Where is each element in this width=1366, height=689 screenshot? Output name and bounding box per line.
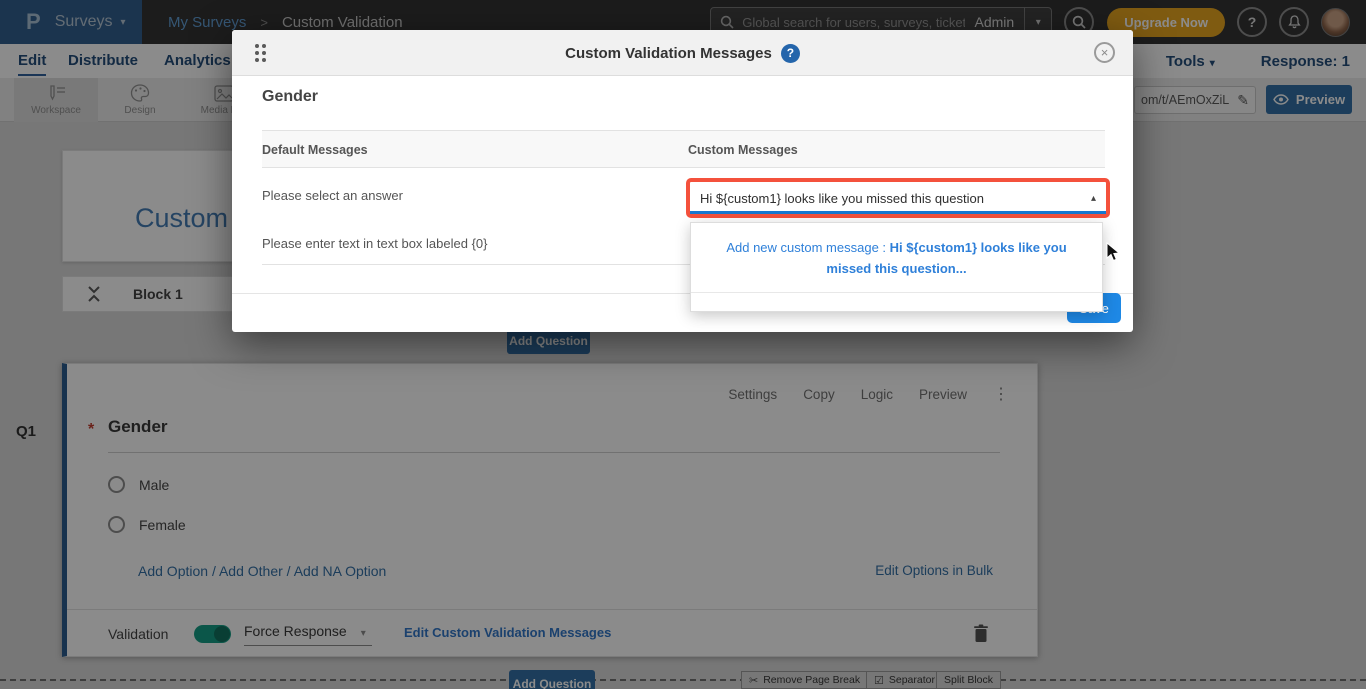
column-custom-messages: Custom Messages <box>688 131 798 169</box>
modal-question-title: Gender <box>262 88 318 106</box>
chevron-up-icon: ▴ <box>1091 193 1096 204</box>
modal-header: Custom Validation Messages ? × <box>232 30 1133 76</box>
add-new-custom-message-option[interactable]: Add new custom message : Hi ${custom1} l… <box>691 223 1102 293</box>
custom-validation-modal: Custom Validation Messages ? × Gender De… <box>232 30 1133 332</box>
custom-message-dropdown: Add new custom message : Hi ${custom1} l… <box>690 222 1103 312</box>
close-icon[interactable]: × <box>1094 42 1115 63</box>
default-message-2: Please enter text in text box labeled {0… <box>262 222 488 264</box>
messages-table-header: Default Messages Custom Messages <box>262 130 1105 168</box>
select-focus-underline <box>690 211 1106 214</box>
selected-custom-message: Hi ${custom1} looks like you missed this… <box>700 191 1091 206</box>
modal-title: Custom Validation Messages <box>565 45 772 62</box>
dropdown-option-prefix: Add new custom message : <box>726 240 889 255</box>
default-message-1: Please select an answer <box>262 168 403 222</box>
help-icon[interactable]: ? <box>781 44 800 63</box>
custom-message-select[interactable]: Hi ${custom1} looks like you missed this… <box>686 178 1110 218</box>
column-default-messages: Default Messages <box>262 131 368 169</box>
app-root: P Surveys ▾ My Surveys > Custom Validati… <box>0 0 1366 689</box>
mouse-cursor <box>1106 242 1122 264</box>
modal-title-wrap: Custom Validation Messages ? <box>232 30 1133 76</box>
